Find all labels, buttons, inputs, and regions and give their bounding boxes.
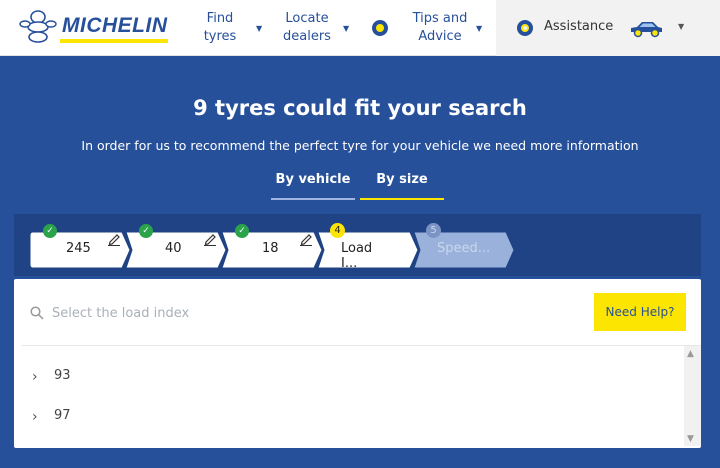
michelin-logo[interactable]: MICHELIN [18,10,174,44]
tab-by-vehicle[interactable]: By vehicle [271,172,355,200]
list-item[interactable]: › 97 [22,399,682,433]
check-icon: ✓ [139,224,153,238]
car-icon[interactable] [628,18,664,38]
scrollbar[interactable]: ▲ ▼ [684,346,701,446]
step-value: 245 [66,241,91,256]
load-index-search-input[interactable] [52,299,552,327]
site-header: MICHELIN Find tyres ▼ Locate dealers ▼ T… [0,0,720,56]
nav-label-line1: Find [206,11,234,26]
page-title: 9 tyres could fit your search [193,96,527,120]
page-subtitle: In order for us to recommend the perfect… [81,138,639,153]
assistance-label: Assistance [544,19,614,34]
chevron-down-icon: ▼ [343,23,350,33]
load-index-panel: Need Help? › 93 › 97 ▲ ▼ [14,279,701,448]
list-item[interactable]: › 93 [22,359,682,393]
chevron-right-icon: › [32,369,38,385]
brand-name: MICHELIN [62,14,168,37]
chevron-down-icon: ▼ [256,23,263,33]
step-number-badge: 5 [426,223,441,238]
tab-by-size[interactable]: By size [360,172,444,200]
step-value: 40 [165,241,182,256]
step-number-badge: 4 [330,223,345,238]
nav-label-line1: Tips and [412,11,468,26]
lightbulb-icon [372,20,388,36]
check-icon: ✓ [235,224,249,238]
need-help-button[interactable]: Need Help? [594,293,686,331]
list-item-label: 93 [54,368,71,383]
nav-label-line2: Advice [418,29,462,44]
chevron-down-icon[interactable]: ▼ [678,22,684,31]
chevron-down-icon: ▼ [476,23,483,33]
step-value: Speed... [437,241,491,256]
step-value: 18 [262,241,279,256]
pencil-icon[interactable] [108,232,120,246]
divider [22,345,701,346]
nav-locate-dealers[interactable]: Locate dealers ▼ [275,0,349,56]
lifebuoy-icon [517,20,533,36]
nav-label-line2: dealers [283,29,331,44]
assistance-button[interactable]: Assistance ▼ [496,0,720,56]
nav-label-line2: tyres [203,29,237,44]
nav-tips-advice[interactable]: Tips and Advice ▼ [408,0,483,56]
nav-label-line1: Locate [285,11,329,26]
search-icon [30,306,44,320]
scroll-down-icon[interactable]: ▼ [687,434,694,444]
brand-underline [60,39,168,43]
scroll-up-icon[interactable]: ▲ [687,349,694,359]
chevron-right-icon: › [32,409,38,425]
step-value: Load I... [341,241,373,271]
check-icon: ✓ [43,224,57,238]
pencil-icon[interactable] [204,232,216,246]
bibendum-icon [19,10,57,43]
list-item-label: 97 [54,408,71,423]
pencil-icon[interactable] [300,232,312,246]
nav-find-tyres[interactable]: Find tyres ▼ [188,0,262,56]
